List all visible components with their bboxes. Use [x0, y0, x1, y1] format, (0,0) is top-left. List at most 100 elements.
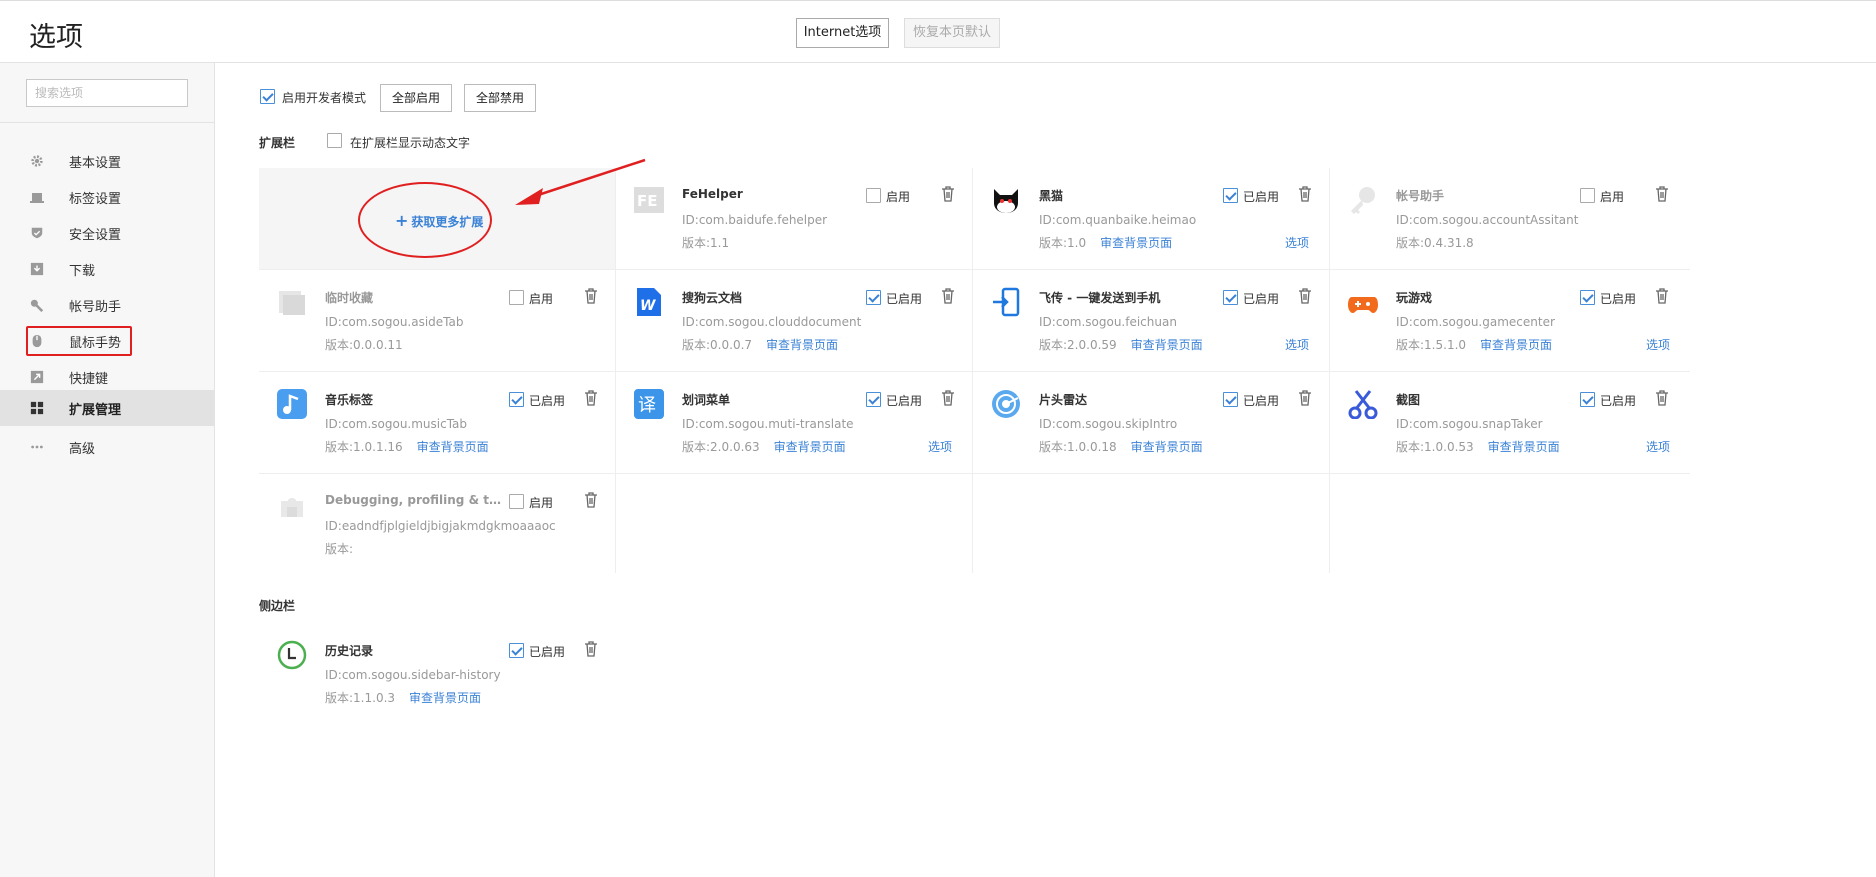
internet-options-button[interactable]: Internet选项: [796, 18, 889, 48]
gamepad-icon: [1348, 297, 1378, 313]
extension-enable-checkbox[interactable]: [509, 290, 524, 305]
sidebar-item-download[interactable]: 下载: [0, 251, 214, 287]
sidebar-divider: [0, 122, 214, 123]
extension-card: 截图 ID:com.sogou.snapTaker 版本:1.0.0.53 审查背…: [1330, 372, 1690, 474]
extension-enable-checkbox[interactable]: [1223, 188, 1238, 203]
restore-defaults-button[interactable]: 恢复本页默认: [904, 18, 1000, 48]
extension-name: 音乐标签: [325, 393, 374, 407]
more-icon: [31, 445, 43, 449]
extension-grid: + 获取更多扩展 FE FeHelper ID:com.baidufe.fehel…: [259, 158, 1690, 573]
extension-state-label: 已启用: [1600, 292, 1637, 306]
inspect-background-link[interactable]: 审查背景页面: [774, 440, 846, 454]
trash-icon[interactable]: [584, 492, 598, 508]
sidebar-item-label: 标签设置: [69, 192, 122, 207]
shortcut-icon: [30, 370, 44, 384]
extension-version: 版本:0.4.31.8: [1396, 234, 1474, 251]
extension-id: ID:com.sogou.snapTaker: [1396, 417, 1543, 431]
extension-name: 搜狗云文档: [682, 291, 743, 305]
extension-options-link[interactable]: 选项: [1646, 336, 1670, 353]
trash-icon[interactable]: [1655, 390, 1669, 406]
extension-enable-checkbox[interactable]: [1580, 290, 1595, 305]
extension-enable-checkbox[interactable]: [866, 188, 881, 203]
extension-card: 临时收藏 ID:com.sogou.asideTab 版本:0.0.0.11 启…: [259, 270, 616, 372]
inspect-background-link[interactable]: 审查背景页面: [1100, 236, 1172, 250]
extension-version: 版本:1.0 审查背景页面: [1039, 234, 1172, 251]
extension-version: 版本:0.0.0.11: [325, 336, 403, 353]
extension-enable-checkbox[interactable]: [509, 643, 524, 658]
extension-card: 帐号助手 ID:com.sogou.accountAssitant 版本:0.4…: [1330, 168, 1690, 270]
extension-enable-checkbox[interactable]: [1223, 392, 1238, 407]
trash-icon[interactable]: [1298, 186, 1312, 202]
trash-icon[interactable]: [1298, 390, 1312, 406]
extension-options-link[interactable]: 选项: [1285, 336, 1309, 353]
inspect-background-link[interactable]: 审查背景页面: [766, 338, 838, 352]
trash-icon[interactable]: [584, 390, 598, 406]
sidebar-item-security[interactable]: 安全设置: [0, 215, 214, 251]
extension-options-link[interactable]: 选项: [1646, 438, 1670, 455]
sidebar-item-account[interactable]: 帐号助手: [0, 287, 214, 323]
search-input[interactable]: [26, 79, 188, 107]
send-to-phone-icon: [993, 287, 1020, 317]
extension-name: 截图: [1396, 393, 1421, 407]
trash-icon[interactable]: [584, 641, 598, 657]
extension-version-text: 版本:0.0.0.7: [682, 338, 753, 352]
dev-mode-label: 启用开发者模式: [282, 91, 367, 105]
extension-enable-checkbox[interactable]: [1580, 188, 1595, 203]
extension-state-label: 已启用: [886, 292, 923, 306]
extension-version-text: 版本:1.0.0.53: [1396, 440, 1474, 454]
extension-enable-checkbox[interactable]: [509, 494, 524, 509]
sidebar-item-label: 基本设置: [69, 156, 122, 171]
trash-icon[interactable]: [941, 186, 955, 202]
sidebar-item-tabs[interactable]: 标签设置: [0, 179, 214, 215]
inspect-background-link[interactable]: 审查背景页面: [1131, 338, 1203, 352]
extension-enable-checkbox[interactable]: [866, 392, 881, 407]
extension-id: ID:com.sogou.musicTab: [325, 417, 468, 431]
extension-id: ID:com.sogou.gamecenter: [1396, 315, 1555, 329]
extension-options-link[interactable]: 选项: [928, 438, 952, 455]
inspect-background-link[interactable]: 审查背景页面: [409, 691, 481, 705]
extension-options-link[interactable]: 选项: [1285, 234, 1309, 251]
extensions-panel: 启用开发者模式 全部启用 全部禁用 扩展栏 在扩展栏显示动态文字 + 获取更多扩展…: [216, 64, 1876, 877]
sidebar-item-basic[interactable]: 基本设置: [0, 143, 214, 179]
extension-version-text: 版本:2.0.0.59: [1039, 338, 1117, 352]
sidebar-item-label: 快捷键: [69, 372, 109, 387]
gear-icon: [31, 155, 43, 167]
sidebar-item-advanced[interactable]: 高级: [0, 429, 214, 465]
inspect-background-link[interactable]: 审查背景页面: [1488, 440, 1560, 454]
extension-name: 玩游戏: [1396, 291, 1433, 305]
inspect-background-link[interactable]: 审查背景页面: [1480, 338, 1552, 352]
extension-id: ID:com.baidufe.fehelper: [682, 213, 828, 227]
extension-card: W 搜狗云文档 ID:com.sogou.clouddocument 版本:0.…: [616, 270, 973, 372]
enable-all-button[interactable]: 全部启用: [380, 84, 452, 112]
extension-enable-checkbox[interactable]: [1580, 392, 1595, 407]
extension-enable-checkbox[interactable]: [866, 290, 881, 305]
dynamic-text-checkbox[interactable]: [327, 133, 342, 148]
key-icon: [1351, 187, 1375, 214]
inspect-background-link[interactable]: 审查背景页面: [1131, 440, 1203, 454]
trash-icon[interactable]: [1655, 288, 1669, 304]
trash-icon[interactable]: [941, 390, 955, 406]
circle-annotation: [358, 182, 492, 258]
extension-enable-checkbox[interactable]: [1223, 290, 1238, 305]
disable-all-button[interactable]: 全部禁用: [464, 84, 536, 112]
trash-icon[interactable]: [1655, 186, 1669, 202]
extension-version-text: 版本:1.0: [1039, 236, 1087, 250]
trash-icon[interactable]: [941, 288, 955, 304]
scissors-icon: [1348, 390, 1378, 419]
extension-name: 黑猫: [1039, 189, 1064, 203]
trash-icon[interactable]: [1298, 288, 1312, 304]
sidebar-item-extensions[interactable]: 扩展管理: [0, 390, 214, 426]
extension-id: ID:com.sogou.muti-translate: [682, 417, 854, 431]
inspect-background-link[interactable]: 审查背景页面: [417, 440, 489, 454]
trash-icon[interactable]: [584, 288, 598, 304]
dev-mode-checkbox[interactable]: [260, 89, 275, 104]
svg-text:W: W: [640, 298, 656, 314]
extension-version-text: 版本:0.4.31.8: [1396, 236, 1474, 250]
music-note-icon: [277, 389, 307, 419]
key-icon: [30, 299, 44, 312]
extension-enable-checkbox[interactable]: [509, 392, 524, 407]
extension-id: ID:com.quanbaike.heimao: [1039, 213, 1197, 227]
extension-card: 黑猫 ID:com.quanbaike.heimao 版本:1.0 审查背景页面 …: [973, 168, 1330, 270]
empty-cell: [973, 474, 1330, 573]
sidebar-item-label: 扩展管理: [69, 403, 122, 418]
